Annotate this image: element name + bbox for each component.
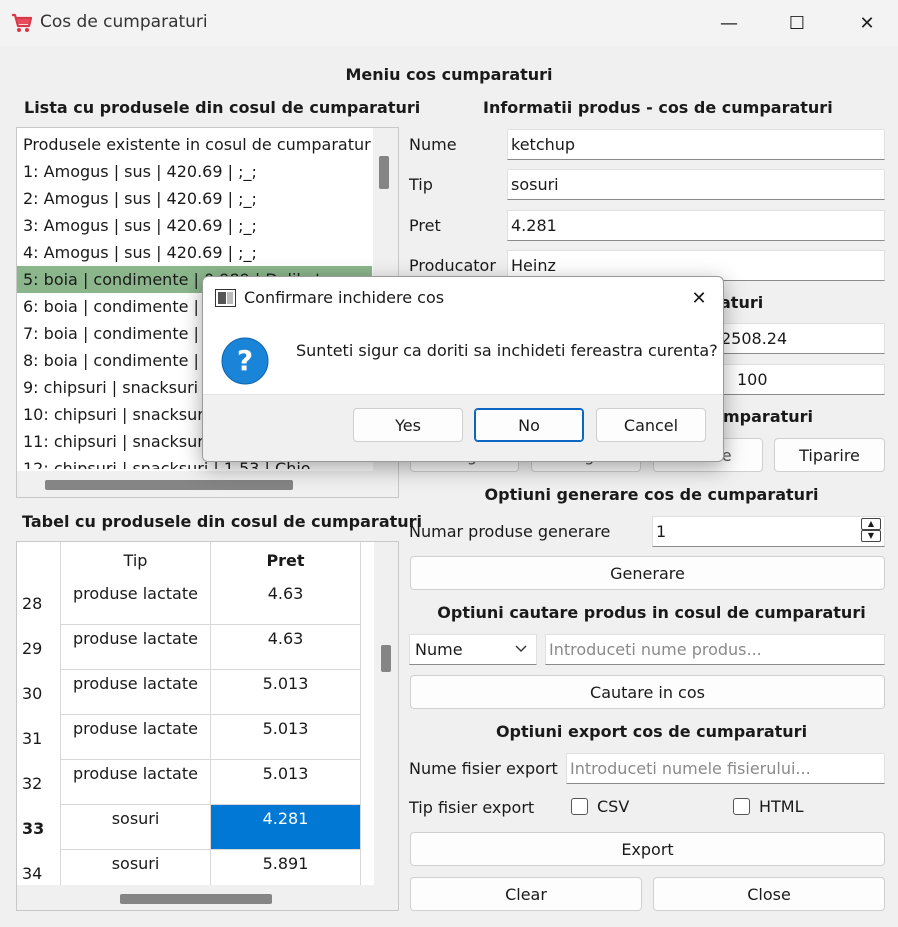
print-button[interactable]: Tiparire — [774, 438, 885, 472]
list-item[interactable]: Produsele existente in cosul de cumparat… — [17, 131, 372, 158]
dialog-message: Sunteti sigur ca doriti sa inchideti fer… — [296, 341, 718, 360]
list-item[interactable]: 4: Amogus | sus | 420.69 | ;_; — [17, 239, 372, 266]
operations-title: mparaturi — [723, 407, 814, 426]
csv-label: CSV — [597, 797, 630, 816]
product-info-title: Informatii produs - cos de cumparaturi — [483, 98, 833, 117]
type-label: Tip — [409, 175, 433, 194]
cancel-button[interactable]: Cancel — [596, 408, 706, 442]
shopping-cart-icon — [12, 13, 33, 32]
generate-section-title: Optiuni generare cos de cumparaturi — [484, 485, 819, 504]
generate-count-label: Numar produse generare — [409, 522, 611, 541]
table-hscroll-thumb[interactable] — [120, 894, 272, 904]
price-field[interactable]: 4.281 — [507, 210, 885, 241]
total-field[interactable]: 2508.24 — [700, 323, 885, 354]
name-field[interactable]: ketchup — [507, 129, 885, 160]
spin-down-icon[interactable]: ▼ — [861, 530, 881, 542]
budget-field[interactable]: 100 — [700, 364, 885, 395]
cell-pret[interactable]: 4.63 — [211, 580, 361, 625]
generate-count-spinbox[interactable]: 1 — [652, 516, 885, 547]
cell-tip[interactable]: produse lactate — [61, 760, 211, 805]
maximize-button[interactable]: ☐ — [774, 6, 820, 40]
csv-checkbox[interactable] — [571, 798, 588, 815]
cell-pret[interactable]: 5.013 — [211, 760, 361, 805]
search-button[interactable]: Cautare in cos — [410, 675, 885, 709]
table-section-title: Tabel cu produsele din cosul de cumparat… — [22, 512, 423, 531]
list-hscroll-thumb[interactable] — [45, 480, 293, 490]
table-horizontal-scrollbar[interactable] — [17, 885, 398, 910]
html-checkbox[interactable] — [733, 798, 750, 815]
dialog-close-icon[interactable]: ✕ — [683, 285, 715, 313]
row-number[interactable]: 31 — [17, 729, 61, 748]
generate-count-value: 1 — [656, 522, 667, 541]
cell-tip[interactable]: sosuri — [61, 805, 211, 850]
yes-button[interactable]: Yes — [353, 408, 463, 442]
cell-tip[interactable]: produse lactate — [61, 715, 211, 760]
list-item[interactable]: 3: Amogus | sus | 420.69 | ;_; — [17, 212, 372, 239]
product-table[interactable]: Tip Pret 28 produse lactate 4.63 29 prod… — [16, 541, 399, 911]
export-name-label: Nume fisier export — [409, 759, 558, 778]
name-label: Nume — [409, 135, 457, 154]
question-icon: ? — [221, 337, 269, 385]
price-label: Pret — [409, 216, 441, 235]
export-name-input[interactable]: Introduceti numele fisierului... — [566, 753, 885, 784]
search-criteria-value: Nume — [415, 640, 463, 659]
close-button[interactable]: ✕ — [844, 6, 890, 40]
chevron-down-icon[interactable] — [515, 645, 527, 653]
row-number[interactable]: 34 — [17, 864, 61, 883]
cell-pret[interactable]: 5.013 — [211, 715, 361, 760]
table-vscroll-thumb[interactable] — [381, 645, 391, 672]
row-number[interactable]: 32 — [17, 774, 61, 793]
svg-text:?: ? — [237, 344, 253, 377]
header-tip[interactable]: Tip — [61, 542, 211, 580]
table-vertical-scrollbar[interactable] — [374, 542, 398, 885]
cell-tip[interactable]: produse lactate — [61, 580, 211, 625]
list-item[interactable]: 1: Amogus | sus | 420.69 | ;_; — [17, 158, 372, 185]
cell-pret[interactable]: 5.013 — [211, 670, 361, 715]
producer-label: Producator — [409, 256, 496, 275]
row-number[interactable]: 28 — [17, 594, 61, 613]
export-type-label: Tip fisier export — [409, 798, 535, 817]
list-item[interactable]: 2: Amogus | sus | 420.69 | ;_; — [17, 185, 372, 212]
row-number[interactable]: 30 — [17, 684, 61, 703]
main-title: Meniu cos cumparaturi — [345, 65, 553, 84]
search-section-title: Optiuni cautare produs in cosul de cumpa… — [437, 603, 866, 622]
html-label: HTML — [759, 797, 804, 816]
list-section-title: Lista cu produsele din cosul de cumparat… — [24, 98, 421, 117]
export-section-title: Optiuni export cos de cumparaturi — [495, 722, 808, 741]
dialog-title: Confirmare inchidere cos — [244, 288, 445, 307]
minimize-button[interactable]: — — [706, 6, 752, 40]
clear-button[interactable]: Clear — [410, 877, 642, 911]
confirm-close-dialog: Confirmare inchidere cos ✕ ? Sunteti sig… — [202, 276, 724, 462]
list-horizontal-scrollbar[interactable] — [17, 471, 398, 497]
list-vscroll-thumb[interactable] — [379, 156, 389, 189]
header-pret[interactable]: Pret — [211, 542, 361, 580]
dialog-window-icon — [215, 289, 236, 307]
type-field[interactable]: sosuri — [507, 169, 885, 200]
cell-pret[interactable]: 4.63 — [211, 625, 361, 670]
generate-button[interactable]: Generare — [410, 556, 885, 590]
export-button[interactable]: Export — [410, 832, 885, 866]
cell-tip[interactable]: produse lactate — [61, 625, 211, 670]
close-window-button[interactable]: Close — [653, 877, 885, 911]
row-number[interactable]: 29 — [17, 639, 61, 658]
hidden-section-title: aturi — [720, 293, 764, 312]
row-number-selected[interactable]: 33 — [17, 819, 61, 838]
cell-pret-selected[interactable]: 4.281 — [211, 805, 361, 850]
no-button[interactable]: No — [474, 408, 584, 442]
cell-tip[interactable]: produse lactate — [61, 670, 211, 715]
window-title: Cos de cumparaturi — [40, 12, 208, 32]
search-input[interactable]: Introduceti nume produs... — [545, 634, 885, 665]
spin-up-icon[interactable]: ▲ — [861, 518, 881, 530]
